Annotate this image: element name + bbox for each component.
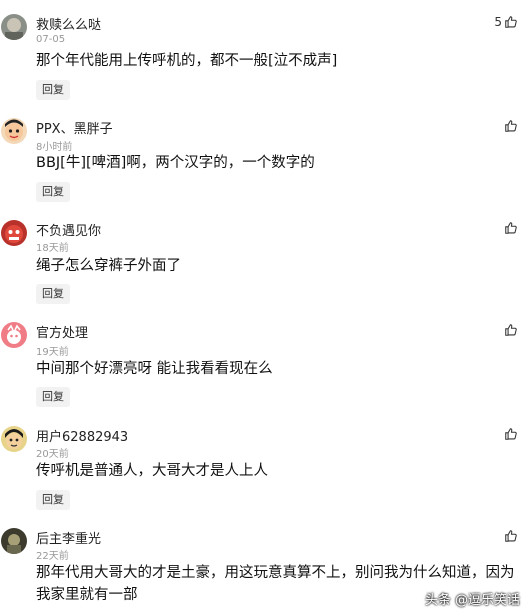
username[interactable]: 后主李重光: [36, 528, 101, 547]
timestamp: 07-05: [36, 34, 66, 45]
thumbs-up-icon: [504, 529, 518, 543]
like-button[interactable]: [502, 221, 518, 235]
thumbs-up-icon: [504, 119, 518, 133]
reply-button[interactable]: 回复: [36, 387, 70, 407]
thumbs-up-icon: [504, 221, 518, 235]
username[interactable]: 用户62882943: [36, 426, 128, 445]
comment-text: BBJ[牛][啤酒]啊，两个汉字的，一个数字的: [36, 155, 315, 171]
timestamp: 18天前: [36, 243, 69, 254]
reply-button[interactable]: 回复: [36, 80, 70, 100]
comment-text: 那个年代能用上传呼机的，都不一般[泣不成声]: [36, 53, 338, 69]
username[interactable]: PPX、黑胖子: [36, 118, 113, 137]
like-button[interactable]: [502, 427, 518, 441]
avatar[interactable]: [1, 220, 27, 246]
comment-text: 绳子怎么穿裤子外面了: [36, 258, 181, 274]
like-button[interactable]: [502, 119, 518, 133]
avatar[interactable]: [1, 528, 27, 554]
avatar[interactable]: [1, 118, 27, 144]
thumbs-up-icon: [504, 323, 518, 337]
thumbs-up-icon: [504, 427, 518, 441]
like-button[interactable]: [502, 529, 518, 543]
timestamp: 20天前: [36, 449, 69, 460]
reply-button[interactable]: 回复: [36, 182, 70, 202]
username[interactable]: 不负遇见你: [36, 220, 101, 239]
username[interactable]: 救赎么么哒: [36, 14, 101, 33]
like-button[interactable]: 5: [494, 15, 518, 29]
timestamp: 8小时前: [36, 142, 73, 153]
like-count: 5: [494, 15, 502, 29]
username[interactable]: 官方处理: [36, 322, 88, 341]
watermark: 头条 @逗乐笑话: [424, 593, 520, 608]
timestamp: 19天前: [36, 347, 69, 358]
reply-button[interactable]: 回复: [36, 490, 70, 510]
avatar[interactable]: [1, 426, 27, 452]
thumbs-up-icon: [504, 15, 518, 29]
like-button[interactable]: [502, 323, 518, 337]
comment-text: 中间那个好漂亮呀 能让我看看现在么: [36, 361, 273, 377]
avatar[interactable]: [1, 14, 27, 40]
reply-button[interactable]: 回复: [36, 284, 70, 304]
timestamp: 22天前: [36, 551, 69, 562]
avatar[interactable]: [1, 322, 27, 348]
comment-text: 传呼机是普通人，大哥大才是人上人: [36, 463, 268, 479]
